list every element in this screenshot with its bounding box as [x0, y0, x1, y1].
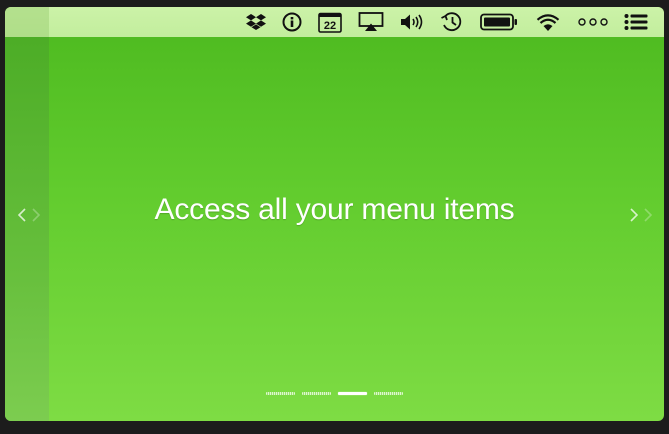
page-dot[interactable] — [302, 391, 331, 395]
page-indicator — [5, 389, 664, 397]
notification-center-icon[interactable] — [624, 7, 648, 37]
onboarding-window: 22 Access all your menu items — [5, 7, 664, 421]
chevron-right-icon — [630, 208, 639, 222]
page-dot[interactable] — [374, 391, 403, 395]
menu-bar: 22 — [5, 7, 664, 37]
status-icons: 22 — [238, 7, 656, 37]
calendar-icon[interactable]: 22 — [318, 7, 342, 37]
left-side-panel — [5, 37, 49, 421]
page-dot-active[interactable] — [338, 391, 367, 395]
wifi-icon[interactable] — [534, 7, 562, 37]
slide-headline: Access all your menu items — [154, 193, 515, 226]
airplay-icon[interactable] — [358, 7, 384, 37]
info-icon[interactable] — [282, 7, 302, 37]
time-machine-icon[interactable] — [440, 7, 464, 37]
screenshot-background: 22 Access all your menu items — [0, 0, 669, 434]
dropbox-icon[interactable] — [246, 7, 266, 37]
more-icon[interactable] — [578, 7, 608, 37]
volume-icon[interactable] — [400, 7, 424, 37]
battery-icon[interactable] — [480, 7, 518, 37]
page-dot[interactable] — [266, 391, 295, 395]
calendar-date-text: 22 — [324, 20, 336, 32]
chevron-right-faint-icon — [644, 208, 653, 222]
menu-bar-left-highlight — [5, 7, 49, 37]
next-slide-button[interactable] — [628, 205, 656, 225]
